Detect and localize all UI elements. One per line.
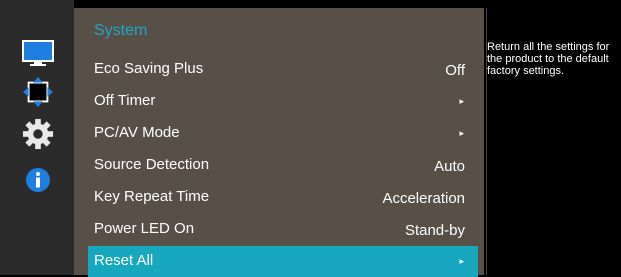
monitor-icon[interactable] bbox=[22, 38, 54, 70]
menu-item-value: Auto bbox=[434, 158, 465, 175]
menu-item-label: Eco Saving Plus bbox=[94, 60, 204, 77]
menu-item-label: Off Timer bbox=[94, 92, 156, 109]
menu-item-reset-all[interactable]: Reset All ▸ bbox=[88, 246, 478, 277]
chevron-right-icon: ▸ bbox=[459, 96, 464, 106]
menu-item-key-repeat-time[interactable]: Key Repeat Time Acceleration bbox=[88, 182, 478, 213]
menu-item-value: Stand-by bbox=[404, 222, 465, 239]
menu-item-label: Reset All bbox=[94, 252, 154, 269]
menu-title: System bbox=[94, 22, 148, 39]
menu-item-label: Power LED On bbox=[94, 220, 195, 237]
menu-item-label: Key Repeat Time bbox=[94, 188, 210, 205]
menu-item-pc-av-mode[interactable]: PC/AV Mode ▸ bbox=[88, 118, 478, 149]
chevron-right-icon: ▸ bbox=[459, 128, 464, 138]
menu-panel: System Eco Saving Plus Off Off Timer ▸ P… bbox=[74, 8, 484, 277]
menu-item-off-timer[interactable]: Off Timer ▸ bbox=[88, 86, 478, 117]
gear-icon[interactable] bbox=[22, 118, 54, 150]
help-description: Return all the settings for the product … bbox=[487, 41, 610, 77]
menu-item-power-led-on[interactable]: Power LED On Stand-by bbox=[88, 214, 478, 245]
help-panel: Return all the settings for the product … bbox=[486, 8, 621, 275]
menu-item-value: Acceleration bbox=[382, 190, 465, 207]
icon-rail bbox=[0, 0, 74, 275]
chevron-right-icon: ▸ bbox=[459, 256, 464, 266]
menu-item-label: Source Detection bbox=[94, 156, 210, 173]
info-icon[interactable] bbox=[22, 164, 54, 196]
osd-menu: System Eco Saving Plus Off Off Timer ▸ P… bbox=[0, 0, 621, 277]
menu-item-source-detection[interactable]: Source Detection Auto bbox=[88, 150, 478, 181]
menu-item-eco-saving-plus[interactable]: Eco Saving Plus Off bbox=[88, 54, 478, 85]
menu-item-value: Off bbox=[445, 62, 465, 79]
menu-item-label: PC/AV Mode bbox=[94, 124, 180, 141]
move-arrows-icon[interactable] bbox=[22, 76, 54, 108]
